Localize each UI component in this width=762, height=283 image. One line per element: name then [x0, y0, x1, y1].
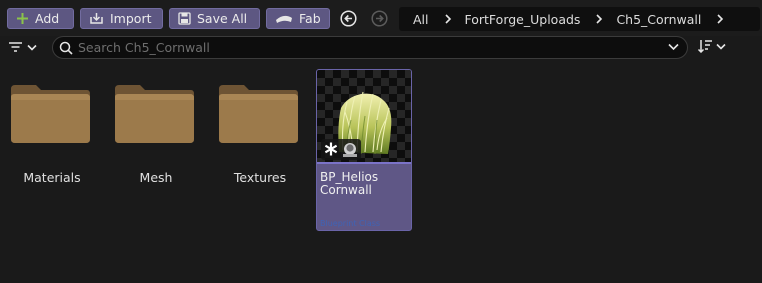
asset-name: BP_Helios Cornwall: [320, 171, 408, 197]
breadcrumb: All FortForge_Uploads Ch5_Cornwall: [399, 7, 760, 31]
folder-icon: [219, 85, 298, 143]
forward-icon[interactable]: [371, 10, 388, 27]
asset-name-line: Cornwall: [320, 183, 372, 197]
asset-type-color-bar: [317, 162, 411, 164]
asset-type-label: Blueprint Class: [320, 219, 381, 228]
fab-button[interactable]: Fab: [266, 8, 330, 29]
breadcrumb-item-fortforge-uploads[interactable]: FortForge_Uploads: [465, 12, 581, 27]
add-button-label: Add: [35, 11, 60, 26]
search-input[interactable]: [78, 40, 658, 55]
filter-icon: [9, 42, 22, 52]
sort-button[interactable]: [697, 39, 726, 53]
folder-icon: [11, 85, 90, 143]
toolbar: Add Import Save All Fab All FortForge_Up…: [0, 0, 762, 36]
save-all-button[interactable]: Save All: [169, 8, 260, 29]
chevron-right-icon[interactable]: [444, 14, 452, 24]
chevron-right-icon[interactable]: [595, 14, 603, 24]
asset-tile-bp-helios-cornwall[interactable]: BP_Helios Cornwall Blueprint Class: [316, 69, 412, 231]
chevron-down-icon: [27, 44, 37, 51]
folder-label: Mesh: [139, 170, 173, 185]
search-icon: [59, 41, 73, 55]
breadcrumb-item-all[interactable]: All: [413, 12, 429, 27]
folder-item-textures[interactable]: Textures: [214, 70, 306, 230]
filter-button[interactable]: [8, 38, 37, 56]
folder-label: Textures: [233, 170, 287, 185]
breadcrumb-item-ch5-cornwall[interactable]: Ch5_Cornwall: [616, 12, 701, 27]
fab-button-label: Fab: [299, 11, 321, 26]
chevron-right-icon[interactable]: [716, 14, 724, 24]
sort-icon: [697, 40, 712, 53]
back-icon[interactable]: [340, 10, 357, 27]
save-icon: [178, 12, 191, 25]
save-all-button-label: Save All: [197, 11, 248, 26]
blueprint-icon: [321, 139, 361, 160]
import-icon: [90, 13, 103, 24]
plus-icon: [17, 13, 28, 24]
folder-item-materials[interactable]: Materials: [6, 70, 98, 230]
import-button-label: Import: [110, 11, 152, 26]
fab-icon: [276, 15, 292, 23]
import-button[interactable]: Import: [80, 8, 163, 29]
chevron-down-icon[interactable]: [668, 43, 679, 51]
folder-icon: [115, 85, 194, 143]
folder-label: Materials: [23, 170, 81, 185]
chevron-down-icon: [716, 43, 726, 50]
folder-item-mesh[interactable]: Mesh: [110, 70, 202, 230]
search-bar[interactable]: [52, 36, 688, 59]
add-button[interactable]: Add: [7, 8, 74, 29]
asset-thumbnail: [317, 70, 411, 162]
